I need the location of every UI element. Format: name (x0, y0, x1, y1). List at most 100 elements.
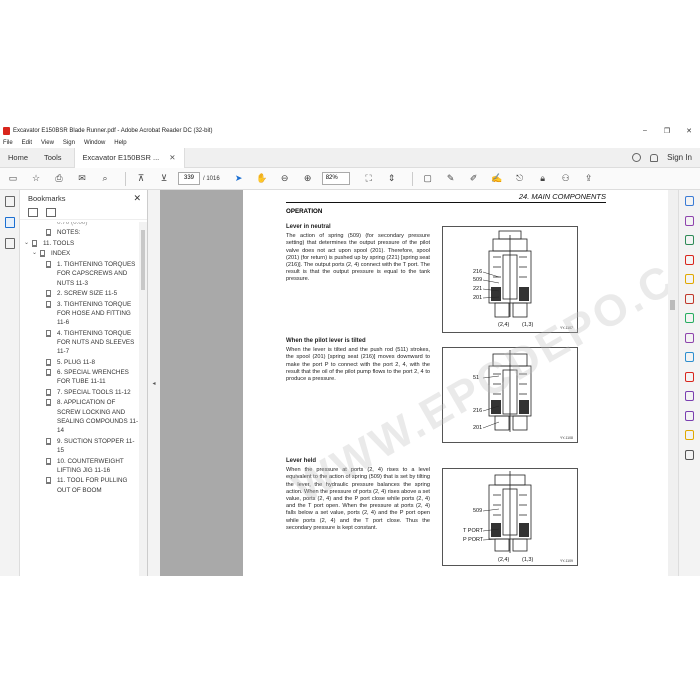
close-bookmarks-icon[interactable]: ✕ (133, 193, 141, 204)
window-title: Excavator E150BSR Blade Runner.pdf - Ado… (13, 127, 213, 134)
next-page-icon[interactable]: ⊻ (155, 170, 173, 188)
collapse-panel-arrow-icon[interactable]: ◂ (148, 190, 160, 576)
menu-sign[interactable]: Sign (63, 140, 75, 146)
menu-file[interactable]: File (3, 140, 13, 146)
attachment-icon[interactable] (4, 238, 15, 249)
document-scrollbar[interactable] (668, 190, 678, 576)
select-cursor-icon[interactable]: ➤ (230, 170, 248, 188)
print-icon[interactable]: ⎙ (50, 170, 68, 188)
menu-view[interactable]: View (41, 140, 54, 146)
organize-pages-icon[interactable] (685, 313, 694, 323)
bookmark-label: 4. TIGHTENING TORQUE FOR NUTS AND SLEEVE… (57, 329, 135, 356)
bookmark-flag-icon (46, 329, 51, 337)
zoom-out-icon[interactable]: ⊖ (276, 170, 294, 188)
pdf-page: 24. MAIN COMPONENTS OPERATION Lever in n… (243, 190, 678, 576)
bookmark-star-icon[interactable]: ☆ (27, 170, 45, 188)
bookmark-item[interactable]: 4. TIGHTENING TORQUE FOR NUTS AND SLEEVE… (20, 329, 139, 357)
tab-home[interactable]: Home (0, 153, 36, 162)
fill-sign-icon[interactable] (685, 371, 694, 382)
bookmark-item[interactable]: 0.70 (0.00) (20, 222, 139, 227)
comment-tool-icon[interactable] (685, 274, 694, 284)
notification-bell-icon[interactable] (650, 153, 659, 162)
share-link-icon[interactable]: ⇪ (580, 170, 598, 188)
section-tilted: When the pilot lever is tilted When the … (286, 338, 430, 383)
document-viewer[interactable]: 24. MAIN COMPONENTS OPERATION Lever in n… (160, 190, 678, 576)
bookmark-label: 10. COUNTERWEIGHT LIFTING JIG 11-16 (57, 457, 124, 474)
search-tool-icon[interactable] (685, 196, 694, 206)
menu-edit[interactable]: Edit (22, 140, 32, 146)
bookmark-item[interactable]: 8. APPLICATION OF SCREW LOCKING AND SEAL… (20, 398, 139, 435)
acrobat-window: Excavator E150BSR Blade Runner.pdf - Ado… (0, 124, 700, 576)
stamp-icon[interactable] (685, 430, 694, 440)
bookmark-label: 1. TIGHTENING TORQUES FOR CAPSCREWS AND … (57, 260, 136, 287)
callout-label: 216 (473, 269, 482, 275)
bookmark-label: 11. TOOL FOR PULLING OUT OF BOOM (57, 477, 128, 494)
help-icon[interactable] (632, 153, 642, 162)
bookmark-item[interactable]: ⌄ INDEX (20, 249, 139, 258)
certificates-icon[interactable] (685, 410, 694, 421)
sign-icon[interactable]: ✍ (488, 170, 506, 188)
redact-icon[interactable] (685, 332, 694, 343)
add-user-icon[interactable]: ⚇ (557, 170, 575, 188)
bookmark-item[interactable]: 6. SPECIAL WRENCHES FOR TUBE 11-11 (20, 368, 139, 387)
highlight-pen-icon[interactable]: ✎ (442, 170, 460, 188)
port-label: (2,4) (498, 322, 509, 328)
bookmark-options-icon[interactable] (28, 208, 38, 217)
bookmark-item[interactable]: 2. SCREW SIZE 11-5 (20, 289, 139, 298)
zoom-in-icon[interactable]: ⊕ (299, 170, 317, 188)
bookmark-flag-icon (46, 229, 51, 237)
menu-window[interactable]: Window (84, 140, 105, 146)
hand-tool-icon[interactable]: ✋ (253, 170, 271, 188)
edit-pdf-icon[interactable] (685, 254, 694, 265)
bookmarks-scrollbar[interactable] (139, 222, 147, 576)
bookmark-item[interactable]: 3. TIGHTENING TORQUE FOR HOSE AND FITTIN… (20, 300, 139, 328)
export-pdf-icon[interactable] (685, 215, 694, 226)
scroll-mode-icon[interactable]: ⇕ (383, 170, 401, 188)
bookmark-find-icon[interactable] (46, 208, 56, 217)
bookmark-flag-icon (46, 300, 51, 308)
bookmark-item[interactable]: 10. COUNTERWEIGHT LIFTING JIG 11-16 (20, 457, 139, 476)
callout-label: 201 (473, 425, 482, 431)
bookmark-item[interactable]: ⌄ 11. TOOLS (20, 239, 139, 248)
more-tools-icon[interactable] (685, 449, 694, 460)
zoom-level-select[interactable]: 82% (321, 172, 350, 185)
bookmark-flag-icon (40, 250, 45, 258)
bookmark-flag-icon (32, 239, 37, 247)
email-icon[interactable]: ✉ (73, 170, 91, 188)
callout-label: 51 (473, 375, 479, 381)
send-for-signature-icon[interactable] (685, 391, 694, 401)
draw-icon[interactable]: ✐ (465, 170, 483, 188)
previous-page-icon[interactable]: ⊼ (132, 170, 150, 188)
share-icon[interactable]: ⎋ (511, 170, 529, 188)
page-number-input[interactable]: 339 (178, 172, 200, 185)
bookmark-icon[interactable] (4, 217, 15, 228)
lock-icon[interactable]: 🔒︎ (534, 170, 552, 188)
port-label: (1,3) (522, 557, 533, 563)
expand-chevron-icon[interactable]: ⌄ (24, 239, 32, 248)
fit-page-icon[interactable]: ⛶ (360, 170, 378, 188)
bookmark-item[interactable]: NOTES: (20, 228, 139, 237)
save-icon[interactable]: ▭ (4, 170, 22, 188)
close-window-button[interactable]: ✕ (678, 127, 700, 135)
bookmark-item[interactable]: 7. SPECIAL TOOLS 11-12 (20, 388, 139, 397)
close-tab-icon[interactable]: ✕ (169, 153, 175, 162)
bookmark-item[interactable]: 11. TOOL FOR PULLING OUT OF BOOM (20, 476, 139, 495)
search-icon[interactable]: ⌕ (96, 170, 114, 188)
section-body: The action of spring (509) (for secondar… (286, 233, 430, 283)
protect-icon[interactable] (685, 352, 694, 362)
comment-icon[interactable]: ▢ (419, 170, 437, 188)
create-pdf-icon[interactable] (685, 235, 694, 245)
page-thumbnails-icon[interactable] (4, 196, 15, 207)
minimize-button[interactable]: – (634, 127, 656, 135)
bookmark-item[interactable]: 1. TIGHTENING TORQUES FOR CAPSCREWS AND … (20, 260, 139, 288)
tab-document[interactable]: Excavator E150BSR ... ✕ (73, 147, 185, 168)
bookmark-item[interactable]: 9. SUCTION STOPPER 11-15 (20, 437, 139, 456)
combine-files-icon[interactable] (685, 293, 694, 304)
menu-help[interactable]: Help (114, 140, 126, 146)
maximize-button[interactable]: ❐ (656, 127, 678, 135)
expand-chevron-icon[interactable]: ⌄ (32, 249, 40, 258)
bookmark-flag-icon (46, 457, 51, 465)
sign-in-button[interactable]: Sign In (667, 153, 692, 162)
tab-tools[interactable]: Tools (36, 153, 70, 162)
bookmark-item[interactable]: 5. PLUG 11-8 (20, 358, 139, 367)
